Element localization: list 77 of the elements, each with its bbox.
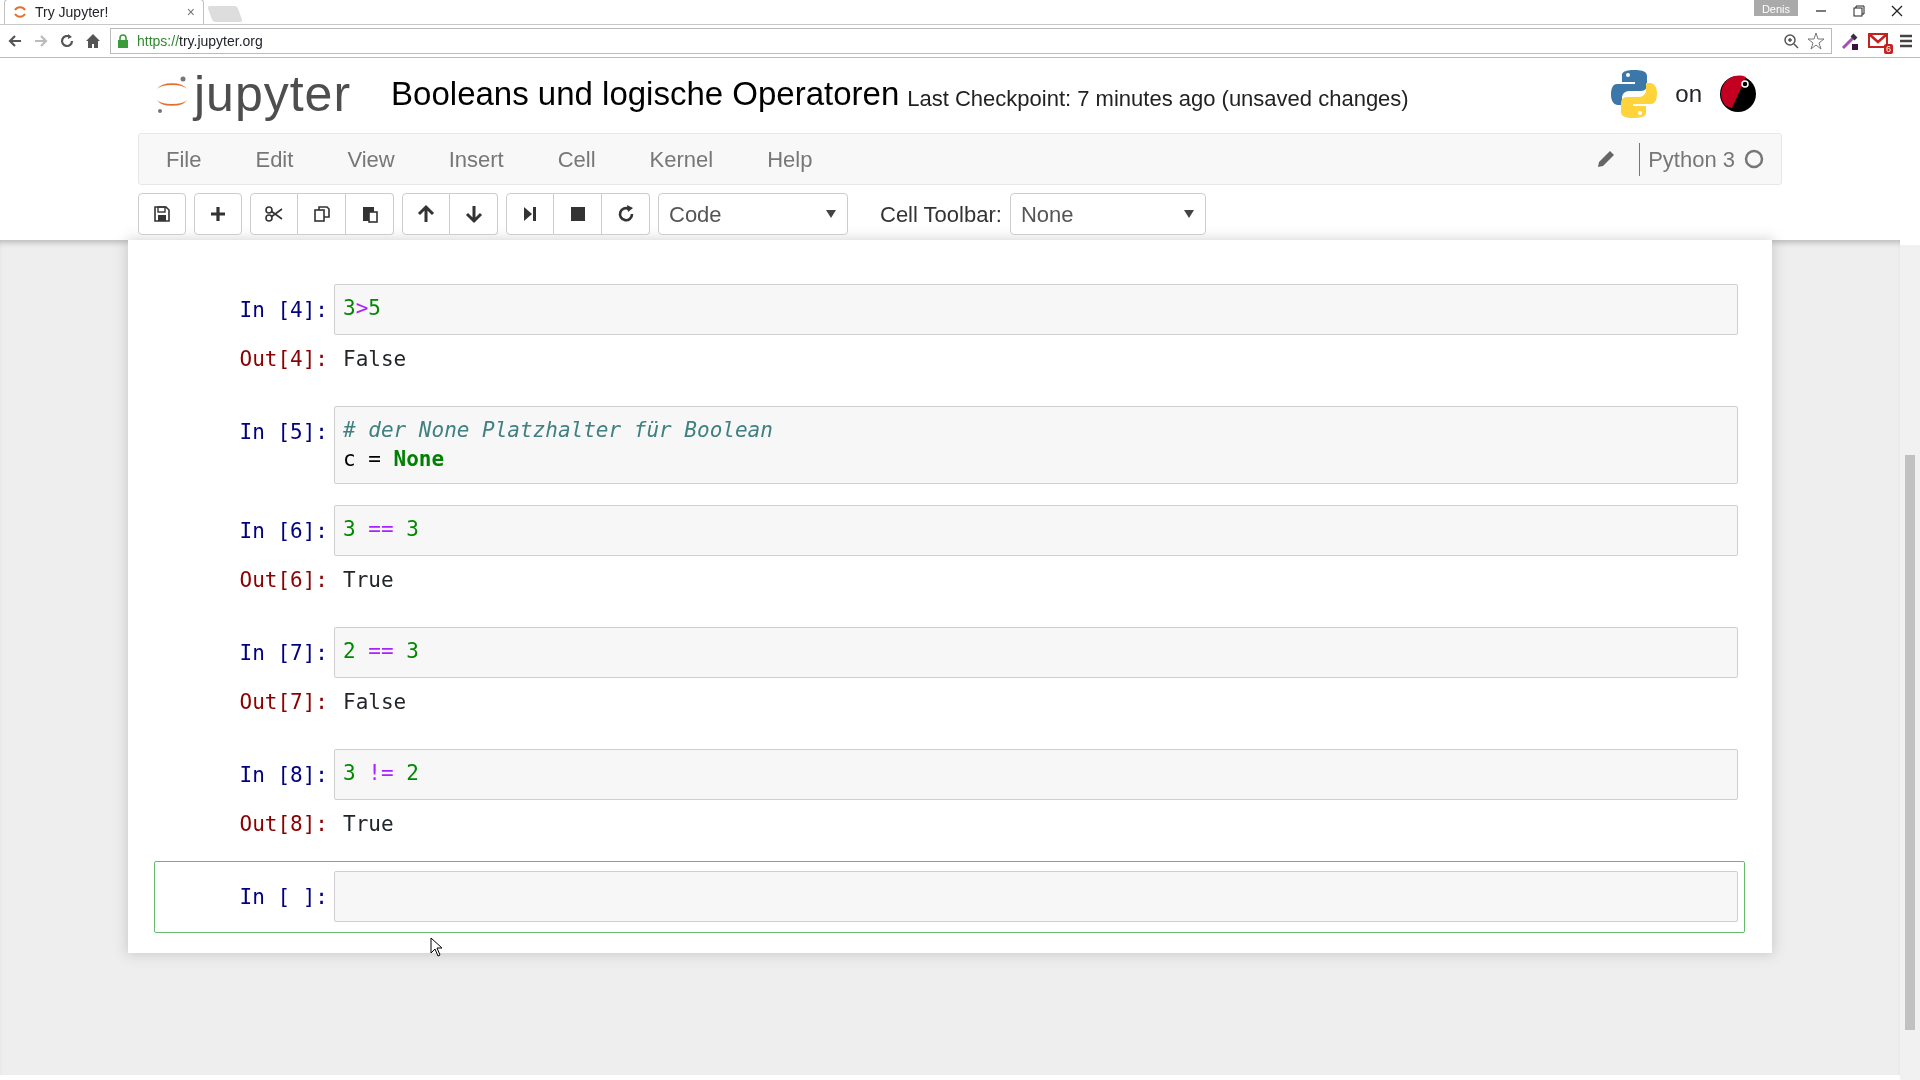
notebook-cell[interactable]: In [6]: 3 == 3 Out[6]: True	[154, 495, 1745, 617]
move-up-icon	[416, 204, 436, 224]
zoom-icon[interactable]	[1783, 33, 1799, 49]
kernel-name[interactable]: Python 3	[1639, 142, 1735, 176]
browser-tab[interactable]: Try Jupyter! ×	[4, 0, 204, 24]
output-text: True	[342, 567, 394, 595]
menu-item[interactable]: Edit	[228, 142, 321, 176]
output-text: False	[342, 689, 407, 717]
menu-item[interactable]: Help	[740, 142, 840, 176]
paste-button[interactable]	[346, 193, 394, 235]
menu-item[interactable]: View	[320, 142, 422, 176]
menu-icon[interactable]	[1898, 33, 1914, 49]
output-prompt: Out[8]:	[238, 811, 329, 839]
save-button[interactable]	[138, 193, 186, 235]
input-prompt: In [8]:	[238, 762, 329, 789]
star-icon[interactable]	[1807, 32, 1825, 50]
mail-icon[interactable]	[1868, 32, 1890, 50]
logo-text: jupyter	[194, 69, 352, 119]
eyedropper-icon[interactable]	[1840, 31, 1860, 51]
cut-icon	[264, 204, 284, 224]
notebook-cell[interactable]: In [8]: 3 != 2 Out[8]: True	[154, 739, 1745, 861]
save-icon	[152, 204, 172, 224]
notebook-cell[interactable]: In [4]: 3>5 Out[4]: False	[154, 274, 1745, 396]
input-prompt: In [4]:	[238, 297, 329, 324]
home-icon[interactable]	[84, 32, 102, 50]
stop-button[interactable]	[554, 193, 602, 235]
input-prompt: In [6]:	[238, 518, 329, 545]
notebook-cell[interactable]: In [ ]:	[154, 861, 1745, 933]
code-input[interactable]	[334, 871, 1738, 922]
cut-button[interactable]	[250, 193, 298, 235]
address-field[interactable]: https://try.jupyter.org	[110, 28, 1832, 54]
scrollbar[interactable]	[1900, 245, 1920, 1080]
caret-icon	[825, 209, 837, 219]
output-prompt: Out[7]:	[238, 689, 329, 717]
code-input[interactable]: # der None Platzhalter für Boolean c = None	[334, 406, 1738, 484]
reload-icon[interactable]	[58, 32, 76, 50]
menu-item[interactable]: Kernel	[622, 142, 741, 176]
add-cell-icon	[208, 204, 228, 224]
close-icon[interactable]	[1890, 4, 1904, 18]
copy-button[interactable]	[298, 193, 346, 235]
notebook-cell[interactable]: In [7]: 2 == 3 Out[7]: False	[154, 617, 1745, 739]
notebook-title[interactable]: Booleans und logische Operatoren	[391, 69, 900, 119]
menu-item[interactable]: File	[139, 142, 229, 176]
cell-toolbar-select[interactable]: None	[1009, 193, 1206, 235]
restore-icon[interactable]	[1852, 4, 1866, 18]
output-prompt: Out[6]:	[238, 567, 329, 595]
caret-icon	[1182, 209, 1195, 219]
run-button[interactable]	[506, 193, 554, 235]
code-input[interactable]: 2 == 3	[334, 627, 1738, 678]
rackspace-logo-icon	[1718, 74, 1758, 114]
spinner-icon	[13, 5, 27, 19]
move-down-button[interactable]	[450, 193, 498, 235]
input-prompt: In [7]:	[238, 640, 329, 667]
lock-icon	[117, 34, 129, 48]
input-prompt: In [ ]:	[238, 884, 329, 911]
code-input[interactable]: 3>5	[334, 284, 1738, 335]
checkpoint-status: Last Checkpoint: 7 minutes ago (unsaved changes)	[907, 84, 1409, 113]
code-input[interactable]: 3 != 2	[334, 749, 1738, 800]
restart-button[interactable]	[602, 193, 650, 235]
output-text: False	[342, 346, 407, 374]
output-text: True	[342, 811, 394, 839]
menu-item[interactable]: Insert	[421, 142, 531, 176]
notebook-cell[interactable]: In [5]: # der None Platzhalter für Boolean c = None	[154, 396, 1745, 495]
code-input[interactable]: 3 == 3	[334, 505, 1738, 556]
cell-toolbar-label: Cell Toolbar:	[880, 200, 1002, 229]
output-prompt: Out[4]:	[238, 346, 329, 374]
menu-item[interactable]: Cell	[530, 142, 623, 176]
on-text: on	[1675, 79, 1702, 109]
input-prompt: In [5]:	[238, 419, 329, 446]
python-logo-icon	[1609, 68, 1660, 120]
move-down-icon	[463, 204, 484, 224]
copy-icon	[311, 204, 332, 224]
mail-count-badge: 6	[1884, 44, 1893, 54]
cell-type-select[interactable]: Code	[658, 193, 848, 235]
move-up-button[interactable]	[402, 193, 450, 235]
add-cell-button[interactable]	[194, 193, 242, 235]
close-tab-button[interactable]: ×	[186, 1, 195, 23]
